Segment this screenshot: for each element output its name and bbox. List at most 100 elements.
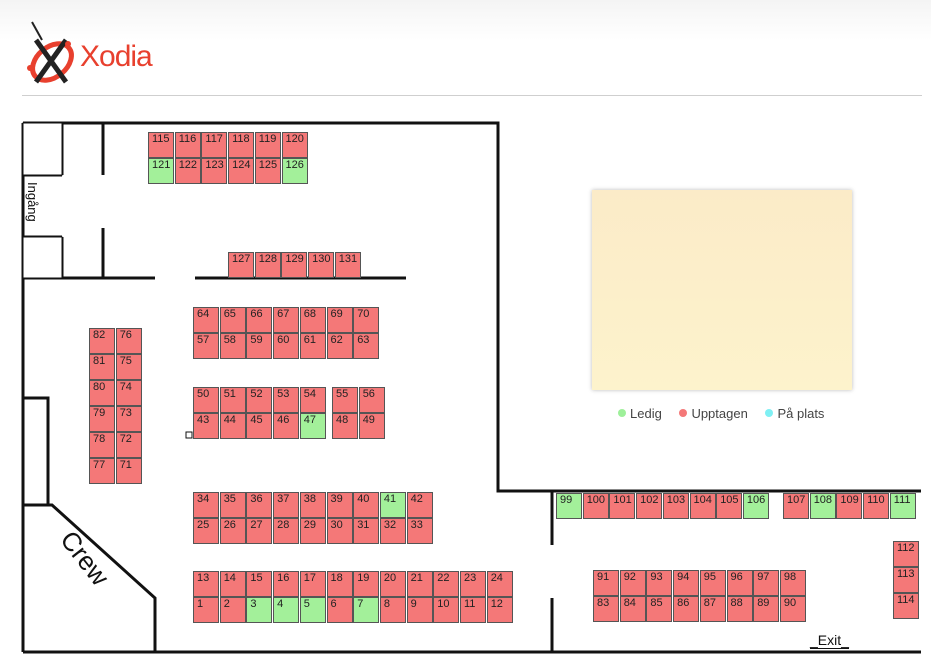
seat-28[interactable]: 28	[273, 518, 300, 544]
seat-45[interactable]: 45	[246, 413, 273, 439]
seat-78[interactable]: 78	[89, 432, 115, 458]
seat-39[interactable]: 39	[326, 492, 353, 518]
seat-93[interactable]: 93	[646, 570, 673, 596]
seat-11[interactable]: 11	[460, 597, 486, 623]
seat-34[interactable]: 34	[193, 492, 219, 518]
seat-116[interactable]: 116	[174, 132, 201, 158]
seat-72[interactable]: 72	[115, 432, 142, 458]
seat-112[interactable]: 112	[893, 541, 919, 567]
seat-60[interactable]: 60	[273, 333, 300, 359]
seat-33[interactable]: 33	[406, 518, 433, 544]
seat-5[interactable]: 5	[299, 597, 326, 623]
seat-68[interactable]: 68	[299, 307, 326, 333]
seat-118[interactable]: 118	[228, 132, 255, 158]
seat-17[interactable]: 17	[299, 571, 326, 597]
seat-31[interactable]: 31	[353, 518, 380, 544]
seat-65[interactable]: 65	[219, 307, 246, 333]
seat-56[interactable]: 56	[358, 387, 385, 413]
seat-111[interactable]: 111	[889, 493, 916, 519]
seat-16[interactable]: 16	[273, 571, 300, 597]
seat-36[interactable]: 36	[246, 492, 273, 518]
seat-1[interactable]: 1	[193, 597, 219, 623]
seat-100[interactable]: 100	[582, 493, 609, 519]
seat-8[interactable]: 8	[379, 597, 406, 623]
seat-88[interactable]: 88	[726, 596, 753, 622]
seat-69[interactable]: 69	[326, 307, 353, 333]
seat-38[interactable]: 38	[299, 492, 326, 518]
seat-3[interactable]: 3	[246, 597, 273, 623]
seat-12[interactable]: 12	[486, 597, 513, 623]
seat-24[interactable]: 24	[486, 571, 513, 597]
seat-74[interactable]: 74	[115, 380, 142, 406]
seat-61[interactable]: 61	[299, 333, 326, 359]
seat-58[interactable]: 58	[219, 333, 246, 359]
seat-23[interactable]: 23	[460, 571, 486, 597]
seat-123[interactable]: 123	[201, 158, 228, 184]
seat-113[interactable]: 113	[893, 567, 919, 593]
seat-57[interactable]: 57	[193, 333, 219, 359]
seat-25[interactable]: 25	[193, 518, 219, 544]
seat-99[interactable]: 99	[556, 493, 582, 519]
seat-108[interactable]: 108	[809, 493, 836, 519]
seat-81[interactable]: 81	[89, 354, 115, 380]
seat-67[interactable]: 67	[273, 307, 300, 333]
seat-114[interactable]: 114	[893, 593, 919, 619]
seat-9[interactable]: 9	[406, 597, 433, 623]
seat-40[interactable]: 40	[353, 492, 380, 518]
seat-21[interactable]: 21	[406, 571, 433, 597]
seat-2[interactable]: 2	[219, 597, 246, 623]
seat-43[interactable]: 43	[193, 413, 219, 439]
seat-131[interactable]: 131	[334, 252, 361, 278]
seat-103[interactable]: 103	[662, 493, 689, 519]
seat-101[interactable]: 101	[609, 493, 636, 519]
seat-82[interactable]: 82	[89, 328, 115, 354]
seat-52[interactable]: 52	[246, 387, 273, 413]
seat-127[interactable]: 127	[228, 252, 254, 278]
seat-86[interactable]: 86	[673, 596, 700, 622]
seat-73[interactable]: 73	[115, 406, 142, 432]
seat-15[interactable]: 15	[246, 571, 273, 597]
seat-91[interactable]: 91	[593, 570, 619, 596]
seat-97[interactable]: 97	[753, 570, 780, 596]
seat-92[interactable]: 92	[619, 570, 646, 596]
seat-10[interactable]: 10	[433, 597, 460, 623]
seat-94[interactable]: 94	[673, 570, 700, 596]
seat-6[interactable]: 6	[326, 597, 353, 623]
seat-47[interactable]: 47	[299, 413, 326, 439]
seat-48[interactable]: 48	[332, 413, 358, 439]
seat-126[interactable]: 126	[281, 158, 308, 184]
seat-110[interactable]: 110	[863, 493, 890, 519]
seat-46[interactable]: 46	[273, 413, 300, 439]
seat-107[interactable]: 107	[783, 493, 809, 519]
seat-130[interactable]: 130	[308, 252, 335, 278]
seat-76[interactable]: 76	[115, 328, 142, 354]
seat-55[interactable]: 55	[332, 387, 358, 413]
seat-44[interactable]: 44	[219, 413, 246, 439]
seat-53[interactable]: 53	[273, 387, 300, 413]
seat-20[interactable]: 20	[379, 571, 406, 597]
seat-66[interactable]: 66	[246, 307, 273, 333]
seat-119[interactable]: 119	[254, 132, 281, 158]
seat-51[interactable]: 51	[219, 387, 246, 413]
seat-18[interactable]: 18	[326, 571, 353, 597]
seat-50[interactable]: 50	[193, 387, 219, 413]
seat-77[interactable]: 77	[89, 458, 115, 484]
seat-83[interactable]: 83	[593, 596, 619, 622]
seat-79[interactable]: 79	[89, 406, 115, 432]
seat-124[interactable]: 124	[228, 158, 255, 184]
seat-62[interactable]: 62	[326, 333, 353, 359]
seat-109[interactable]: 109	[836, 493, 863, 519]
seat-115[interactable]: 115	[148, 132, 174, 158]
seat-71[interactable]: 71	[115, 458, 142, 484]
seat-19[interactable]: 19	[353, 571, 380, 597]
seat-98[interactable]: 98	[779, 570, 806, 596]
seat-29[interactable]: 29	[299, 518, 326, 544]
seat-102[interactable]: 102	[636, 493, 663, 519]
seat-85[interactable]: 85	[646, 596, 673, 622]
seat-117[interactable]: 117	[201, 132, 228, 158]
seat-90[interactable]: 90	[779, 596, 806, 622]
seat-35[interactable]: 35	[219, 492, 246, 518]
seat-13[interactable]: 13	[193, 571, 219, 597]
seat-59[interactable]: 59	[246, 333, 273, 359]
seat-32[interactable]: 32	[379, 518, 406, 544]
